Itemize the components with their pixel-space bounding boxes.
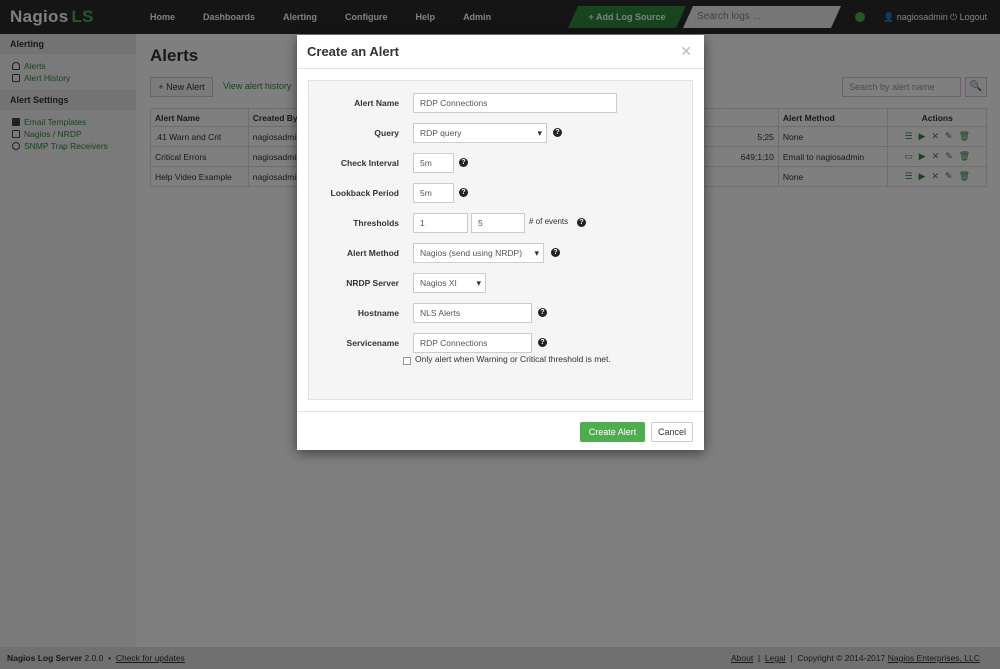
help-icon[interactable]: ? xyxy=(538,338,547,347)
query-label: Query xyxy=(374,128,399,138)
servicename-label: Servicename xyxy=(346,338,399,348)
warning-threshold-input[interactable]: 1 xyxy=(413,213,468,233)
check-interval-input[interactable]: 5m xyxy=(413,153,454,173)
help-icon[interactable]: ? xyxy=(577,218,586,227)
alert-name-input[interactable]: RDP Connections xyxy=(413,93,617,113)
close-icon[interactable]: ✕ xyxy=(680,43,692,60)
alert-name-label: Alert Name xyxy=(354,98,399,108)
thresholds-unit: # of events xyxy=(529,217,569,226)
thresholds-label: Thresholds xyxy=(353,218,399,228)
hostname-label: Hostname xyxy=(357,308,399,318)
alert-method-label: Alert Method xyxy=(347,248,399,258)
servicename-input[interactable]: RDP Connections xyxy=(413,333,532,353)
modal-footer: Create Alert Cancel xyxy=(297,411,704,450)
create-alert-modal: Create an Alert ✕ Alert Name RDP Connect… xyxy=(297,35,704,450)
lookback-period-label: Lookback Period xyxy=(330,188,400,198)
lookback-period-input[interactable]: 5m xyxy=(413,183,454,203)
modal-title: Create an Alert xyxy=(297,35,704,69)
nrdp-server-label: NRDP Server xyxy=(346,278,399,288)
cancel-button[interactable]: Cancel xyxy=(651,422,693,442)
help-icon[interactable]: ? xyxy=(459,158,468,167)
alert-method-select[interactable]: Nagios (send using NRDP) xyxy=(413,243,544,263)
hostname-input[interactable]: NLS Alerts xyxy=(413,303,532,323)
threshold-checkbox-label[interactable]: Only alert when Warning or Critical thre… xyxy=(415,354,611,364)
help-icon[interactable]: ? xyxy=(538,308,547,317)
critical-threshold-input[interactable]: 5 xyxy=(471,213,525,233)
check-interval-label: Check Interval xyxy=(340,158,399,168)
nrdp-server-select[interactable]: Nagios XI xyxy=(413,273,486,293)
modal-form: Alert Name RDP Connections Query RDP que… xyxy=(308,80,693,400)
query-select[interactable]: RDP query xyxy=(413,123,547,143)
threshold-checkbox[interactable] xyxy=(403,357,411,365)
help-icon[interactable]: ? xyxy=(459,188,468,197)
create-alert-button[interactable]: Create Alert xyxy=(580,422,645,442)
help-icon[interactable]: ? xyxy=(553,128,562,137)
help-icon[interactable]: ? xyxy=(551,248,560,257)
